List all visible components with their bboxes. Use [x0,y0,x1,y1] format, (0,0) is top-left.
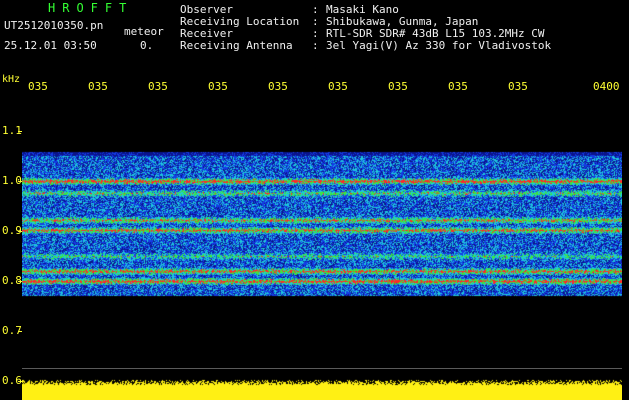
antenna-value: 3el Yagi(V) Az 330 for Vladivostok [326,39,552,52]
antenna-label: Receiving Antenna [180,39,293,52]
x-tick-label: 035 [448,80,468,93]
x-tick-label: 035 [508,80,528,93]
y-axis-unit: kHz [2,74,21,85]
spectrogram-canvas [22,96,622,400]
spectrogram-plot [22,96,622,400]
x-tick-label: 0400 [593,80,620,93]
x-tick-label: 035 [88,80,108,93]
extra-value: 0. [140,39,154,52]
separator: : [312,39,319,52]
header-title: HROFFT [48,1,134,15]
x-tick-label: 035 [208,80,228,93]
file-name: UT2512010350.pn [4,19,104,32]
x-tick-label: 035 [268,80,288,93]
x-tick-label: 035 [148,80,168,93]
mode-label: meteor [124,25,164,38]
baseline-divider [22,368,622,369]
x-tick-label: 035 [388,80,408,93]
x-tick-label: 035 [328,80,348,93]
date-time: 25.12.01 03:50 [4,39,97,52]
x-tick-label: 035 [28,80,48,93]
